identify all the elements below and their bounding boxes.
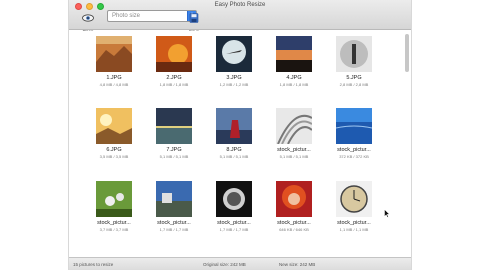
photo-filesize: 646 KB / 646 KB bbox=[279, 227, 309, 232]
photo-item[interactable]: 5.JPG 2,8 MB / 2,8 MB bbox=[328, 36, 380, 87]
floppy-disk-icon bbox=[189, 13, 199, 23]
photo-filename: 4.JPG bbox=[286, 75, 302, 81]
photo-thumbnail[interactable] bbox=[156, 108, 192, 144]
photo-thumbnail[interactable] bbox=[96, 108, 132, 144]
photo-filename: 1.JPG bbox=[106, 75, 122, 81]
photo-filename: 7.JPG bbox=[166, 147, 182, 153]
picture-count: 15 pictures to resize bbox=[73, 262, 114, 267]
eye-icon bbox=[82, 14, 94, 22]
photo-item[interactable]: stock_pictur... 1,1 MB / 1,1 MB bbox=[328, 181, 380, 232]
original-size: Original size: 242 MB bbox=[203, 262, 246, 267]
photo-filename: stock_pictur... bbox=[157, 220, 191, 226]
photo-thumbnail[interactable] bbox=[96, 181, 132, 217]
photo-filesize: 4,8 MB / 4,8 MB bbox=[99, 82, 129, 87]
photo-filename: 8.JPG bbox=[226, 147, 242, 153]
window-title: Easy Photo Resize bbox=[214, 2, 266, 8]
photo-item[interactable]: 7.JPG 5,1 MB / 5,1 MB bbox=[148, 108, 200, 159]
photo-filesize: 3,7 MB / 3,7 MB bbox=[99, 227, 129, 232]
photo-filename: stock_pictur... bbox=[217, 220, 251, 226]
photo-thumbnail[interactable] bbox=[336, 108, 372, 144]
status-bar: 15 pictures to resize Original size: 242… bbox=[69, 257, 411, 270]
photo-item[interactable]: 2.JPG 1,8 MB / 1,8 MB bbox=[148, 36, 200, 87]
photo-filesize: 3,5 MB / 3,5 MB bbox=[99, 154, 129, 159]
photo-filesize: 5,1 MB / 5,1 MB bbox=[219, 154, 249, 159]
photo-thumbnail[interactable] bbox=[96, 36, 132, 72]
photo-item[interactable]: 6.JPG 3,5 MB / 3,5 MB bbox=[88, 108, 140, 159]
photo-filename: 5.JPG bbox=[346, 75, 362, 81]
vertical-scrollbar[interactable] bbox=[405, 34, 409, 256]
photo-thumbnail[interactable] bbox=[156, 181, 192, 217]
photo-thumbnail[interactable] bbox=[336, 36, 372, 72]
new-size: New size: 242 MB bbox=[279, 262, 316, 267]
photo-thumbnail[interactable] bbox=[336, 181, 372, 217]
photo-filesize: 5,1 MB / 5,1 MB bbox=[159, 154, 189, 159]
photo-thumbnail[interactable] bbox=[216, 108, 252, 144]
photo-filesize: 1,8 MB / 1,8 MB bbox=[279, 82, 309, 87]
photo-item[interactable]: stock_pictur... 5,1 MB / 5,1 MB bbox=[268, 108, 320, 159]
photo-item[interactable]: stock_pictur... 3,7 MB / 3,7 MB bbox=[88, 181, 140, 232]
photo-filesize: 2,8 MB / 2,8 MB bbox=[339, 82, 369, 87]
photo-size-placeholder: Photo size bbox=[112, 13, 141, 19]
scrollbar-thumb[interactable] bbox=[405, 34, 409, 72]
photo-thumbnail[interactable] bbox=[216, 36, 252, 72]
photo-filesize: 372 KB / 372 KB bbox=[339, 154, 369, 159]
photo-filename: stock_pictur... bbox=[337, 147, 371, 153]
photo-thumbnail[interactable] bbox=[276, 108, 312, 144]
photo-item[interactable]: stock_pictur... 372 KB / 372 KB bbox=[328, 108, 380, 159]
photo-thumbnail[interactable] bbox=[216, 181, 252, 217]
app-window: Easy Photo Resize Open Photo size ⬍ Save… bbox=[68, 0, 412, 270]
photo-filesize: 5,1 MB / 5,1 MB bbox=[279, 154, 309, 159]
photo-filename: stock_pictur... bbox=[277, 220, 311, 226]
photo-thumbnail[interactable] bbox=[276, 181, 312, 217]
photo-filename: 3.JPG bbox=[226, 75, 242, 81]
photo-grid: 1.JPG 4,8 MB / 4,8 MB 2.JPG 1,8 MB / 1,8 MB… bbox=[69, 31, 403, 257]
photo-item[interactable]: 8.JPG 5,1 MB / 5,1 MB bbox=[208, 108, 260, 159]
title-bar: Easy Photo Resize Open Photo size ⬍ Save bbox=[69, 0, 411, 34]
photo-item[interactable]: 1.JPG 4,8 MB / 4,8 MB bbox=[88, 36, 140, 87]
photo-item[interactable]: stock_pictur... 646 KB / 646 KB bbox=[268, 181, 320, 232]
photo-item[interactable]: stock_pictur... 1,7 MB / 1,7 MB bbox=[148, 181, 200, 232]
photo-item[interactable]: 3.JPG 1,2 MB / 1,2 MB bbox=[208, 36, 260, 87]
photo-filesize: 1,2 MB / 1,2 MB bbox=[219, 82, 249, 87]
photo-filename: stock_pictur... bbox=[337, 220, 371, 226]
photo-item[interactable]: 4.JPG 1,8 MB / 1,8 MB bbox=[268, 36, 320, 87]
photo-filename: 2.JPG bbox=[166, 75, 182, 81]
photo-thumbnail[interactable] bbox=[156, 36, 192, 72]
photo-item[interactable]: stock_pictur... 1,7 MB / 1,7 MB bbox=[208, 181, 260, 232]
photo-filesize: 1,1 MB / 1,1 MB bbox=[339, 227, 369, 232]
photo-filesize: 1,8 MB / 1,8 MB bbox=[159, 82, 189, 87]
mouse-pointer-icon bbox=[384, 209, 390, 218]
photo-filename: stock_pictur... bbox=[277, 147, 311, 153]
photo-filename: 6.JPG bbox=[106, 147, 122, 153]
photo-filesize: 1,7 MB / 1,7 MB bbox=[159, 227, 189, 232]
photo-thumbnail[interactable] bbox=[276, 36, 312, 72]
photo-filesize: 1,7 MB / 1,7 MB bbox=[219, 227, 249, 232]
photo-filename: stock_pictur... bbox=[97, 220, 131, 226]
